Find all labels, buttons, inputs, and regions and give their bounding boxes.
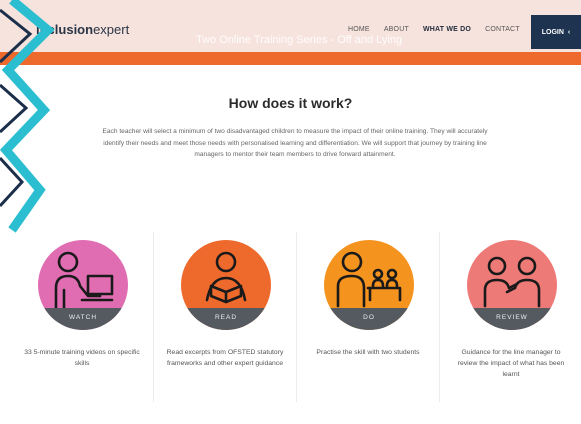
section-title: How does it work? — [228, 95, 353, 111]
nav-contact[interactable]: CONTACT — [485, 26, 520, 33]
step-do-label: DO — [324, 308, 414, 330]
header-banner-text: Two Online Training Series - Off and Lyi… — [196, 34, 403, 46]
login-button[interactable]: LOGIN ‹ — [531, 15, 581, 49]
step-review: REVIEW Guidance for the line manager to … — [441, 222, 581, 422]
step-divider — [439, 232, 440, 402]
nav-about[interactable]: ABOUT — [384, 26, 409, 33]
step-watch-label: WATCH — [38, 308, 128, 330]
step-divider — [296, 232, 297, 402]
accent-bar — [0, 52, 581, 65]
site-header: inclusionexpert Two Online Training Seri… — [0, 0, 581, 52]
step-read-label: READ — [181, 308, 271, 330]
step-watch-circle: WATCH — [38, 240, 128, 330]
zigzag-decoration-icon — [0, 0, 55, 233]
logo-light-text: expert — [93, 22, 130, 37]
nav-what-we-do[interactable]: WHAT WE DO — [423, 26, 471, 33]
login-label: LOGIN — [541, 28, 564, 36]
chevron-left-icon: ‹ — [567, 28, 571, 36]
step-read-description: Read excerpts from OFSTED statutory fram… — [166, 349, 284, 367]
step-divider — [153, 232, 154, 402]
step-do-description: Practise the skill with two students — [316, 349, 420, 356]
step-watch: WATCH 33 5-minute training videos on spe… — [12, 222, 152, 422]
nav-home[interactable]: HOME — [348, 26, 370, 33]
section-intro: Each teacher will select a minimum of tw… — [102, 128, 488, 158]
step-do: DO Practise the skill with two students — [298, 222, 438, 422]
step-review-description: Guidance for the line manager to review … — [457, 349, 565, 378]
step-review-label: REVIEW — [467, 308, 557, 330]
step-read: READ Read excerpts from OFSTED statutory… — [155, 222, 295, 422]
main-nav: HOME ABOUT WHAT WE DO CONTACT — [348, 26, 520, 33]
step-read-circle: READ — [181, 240, 271, 330]
step-review-circle: REVIEW — [467, 240, 557, 330]
step-watch-description: 33 5-minute training videos on specific … — [24, 349, 140, 367]
steps-row: WATCH 33 5-minute training videos on spe… — [12, 222, 577, 422]
step-do-circle: DO — [324, 240, 414, 330]
